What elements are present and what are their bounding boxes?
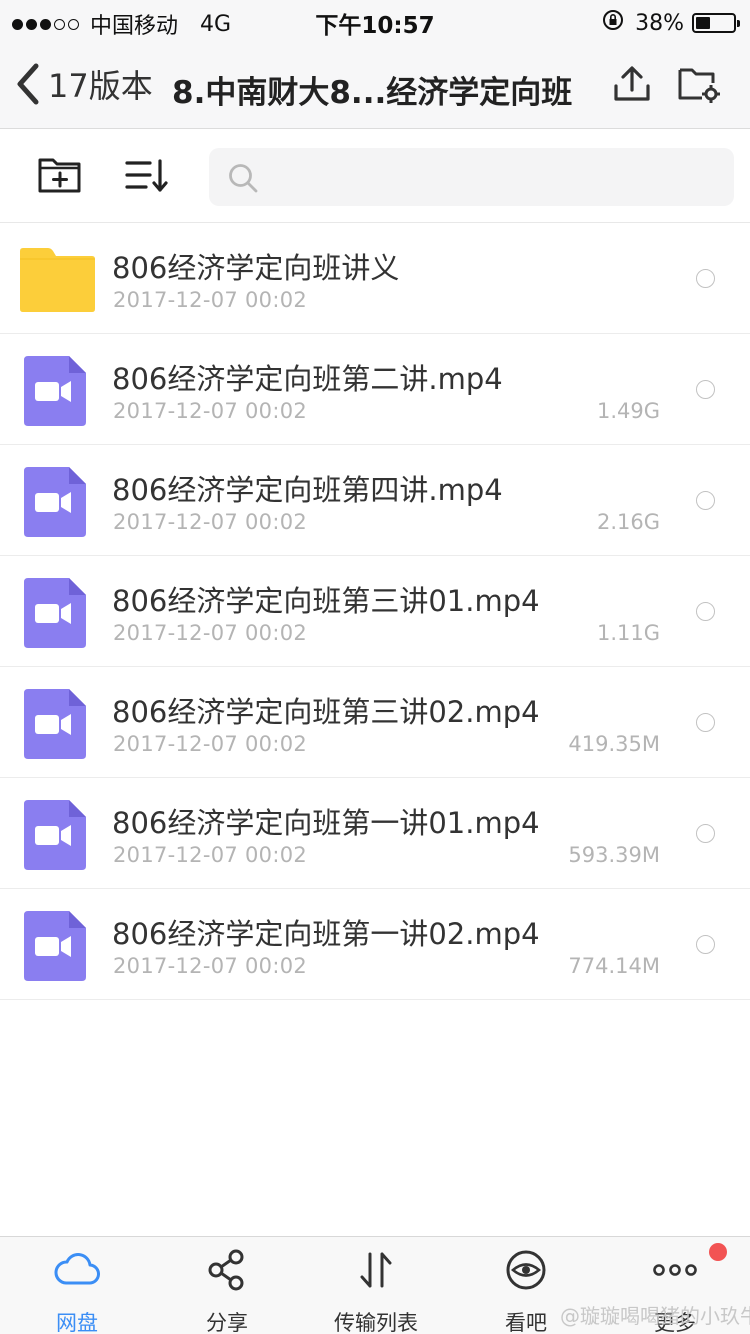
cloud-icon	[54, 1249, 100, 1293]
rotation-lock-icon	[601, 8, 625, 38]
file-size: 2.16G	[596, 510, 660, 534]
back-label: 17版本	[48, 67, 153, 105]
file-name: 806经济学定向班第四讲.mp4	[112, 473, 503, 507]
file-list-item[interactable]: 806经济学定向班第一讲02.mp4 2017-12-07 00:02 774.…	[0, 889, 750, 1000]
file-list-item[interactable]: 806经济学定向班讲义 2017-12-07 00:02	[0, 223, 750, 334]
select-radio[interactable]	[696, 380, 715, 399]
battery-icon	[692, 13, 740, 33]
file-date: 2017-12-07 00:02	[113, 732, 308, 756]
chevron-left-icon	[17, 63, 39, 105]
file-date: 2017-12-07 00:02	[113, 621, 308, 645]
tab-netdisk[interactable]: 网盘	[2, 1237, 152, 1334]
folder-settings-icon	[678, 68, 720, 103]
video-file-icon	[20, 911, 92, 981]
file-name: 806经济学定向班第二讲.mp4	[112, 362, 503, 396]
watermark: @璇璇喝喝猪的小玖牛	[560, 1304, 750, 1328]
select-radio[interactable]	[696, 935, 715, 954]
video-file-icon	[20, 467, 92, 537]
select-radio[interactable]	[696, 713, 715, 732]
file-date: 2017-12-07 00:02	[113, 510, 308, 534]
file-date: 2017-12-07 00:02	[113, 399, 308, 423]
file-list-item[interactable]: 806经济学定向班第三讲02.mp4 2017-12-07 00:02 419.…	[0, 667, 750, 778]
file-size: 419.35M	[568, 732, 660, 756]
file-date: 2017-12-07 00:02	[113, 288, 308, 312]
sort-button[interactable]	[124, 158, 172, 194]
file-size: 774.14M	[568, 954, 660, 978]
app-screen: 中国移动 4G 下午10:57 38% 17版本 8.中南财大8...经济学定向…	[0, 0, 750, 1334]
folder-settings-button[interactable]	[677, 64, 721, 104]
file-date: 2017-12-07 00:02	[113, 954, 308, 978]
file-list-item[interactable]: 806经济学定向班第一讲01.mp4 2017-12-07 00:02 593.…	[0, 778, 750, 889]
file-name: 806经济学定向班第三讲01.mp4	[112, 584, 540, 618]
file-list-item[interactable]: 806经济学定向班第三讲01.mp4 2017-12-07 00:02 1.11…	[0, 556, 750, 667]
file-size: 1.49G	[596, 399, 660, 423]
transfer-icon	[356, 1249, 396, 1295]
eye-icon	[505, 1249, 547, 1295]
video-file-icon	[20, 800, 92, 870]
folder-icon	[20, 245, 95, 315]
file-list-item[interactable]: 806经济学定向班第二讲.mp4 2017-12-07 00:02 1.49G	[0, 334, 750, 445]
tab-share[interactable]: 分享	[152, 1237, 302, 1334]
tab-label: 网盘	[56, 1311, 98, 1334]
file-name: 806经济学定向班讲义	[112, 251, 400, 285]
page-title: 8.中南财大8...经济学定向班	[172, 75, 573, 111]
nav-header: 17版本 8.中南财大8...经济学定向班	[0, 40, 750, 129]
search-icon	[229, 164, 258, 193]
video-file-icon	[20, 356, 92, 426]
file-name: 806经济学定向班第一讲02.mp4	[112, 917, 540, 951]
tab-transfer-list[interactable]: 传输列表	[301, 1237, 451, 1334]
tab-label: 传输列表	[334, 1311, 418, 1334]
share-icon	[207, 1249, 247, 1295]
back-button[interactable]: 17版本	[12, 60, 153, 108]
sort-icon	[125, 159, 168, 192]
status-bar: 中国移动 4G 下午10:57 38%	[0, 0, 750, 40]
select-radio[interactable]	[696, 269, 715, 288]
upload-button[interactable]	[612, 64, 652, 104]
file-size: 1.11G	[596, 621, 660, 645]
file-name: 806经济学定向班第三讲02.mp4	[112, 695, 540, 729]
battery-percent: 38%	[635, 10, 684, 36]
toolbar	[0, 130, 750, 223]
more-icon	[651, 1249, 699, 1295]
new-folder-icon	[38, 158, 81, 193]
upload-icon	[614, 66, 650, 101]
notification-badge	[709, 1243, 727, 1261]
select-radio[interactable]	[696, 491, 715, 510]
select-radio[interactable]	[696, 824, 715, 843]
file-date: 2017-12-07 00:02	[113, 843, 308, 867]
video-file-icon	[20, 689, 92, 759]
select-radio[interactable]	[696, 602, 715, 621]
video-file-icon	[20, 578, 92, 648]
file-list-item[interactable]: 806经济学定向班第四讲.mp4 2017-12-07 00:02 2.16G	[0, 445, 750, 556]
search-input[interactable]	[269, 156, 719, 198]
new-folder-button[interactable]	[36, 156, 84, 196]
search-box[interactable]	[209, 148, 734, 206]
file-size: 593.39M	[568, 843, 660, 867]
file-list: 806经济学定向班讲义 2017-12-07 00:02 806经济学定向班第二…	[0, 223, 750, 1000]
tab-label: 分享	[206, 1311, 248, 1334]
file-name: 806经济学定向班第一讲01.mp4	[112, 806, 540, 840]
